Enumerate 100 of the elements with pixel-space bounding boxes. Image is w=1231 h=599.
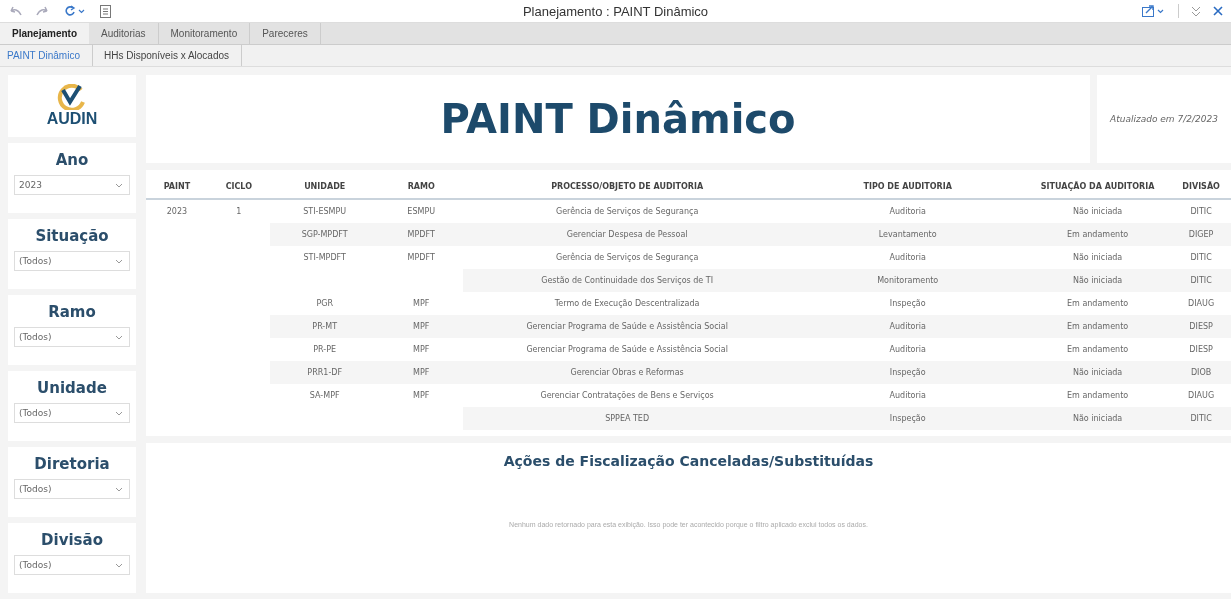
undo-icon[interactable] (8, 6, 22, 16)
table-cell: Inspeção (791, 361, 1024, 384)
table-cell: Gerenciar Obras e Reformas (462, 361, 792, 384)
chevron-down-icon (115, 486, 123, 492)
table-cell: Gerenciar Programa de Saúde e Assistência Social (462, 338, 792, 361)
logo: AUDIN (8, 75, 136, 137)
share-icon[interactable] (1142, 5, 1166, 17)
collapse-icon[interactable] (1191, 5, 1201, 17)
table-cell: DITIC (1171, 407, 1231, 430)
dropdown[interactable]: (Todos) (14, 479, 130, 499)
close-icon[interactable] (1213, 6, 1223, 16)
chevron-down-icon (115, 182, 123, 188)
tab[interactable]: Pareceres (250, 23, 321, 44)
table-cell: STI-MPDFT (269, 246, 380, 269)
table-cell: SA-MPF (269, 384, 380, 407)
table-cell: Gerenciar Contratações de Bens e Serviços (462, 384, 792, 407)
table-cell: DITIC (1171, 199, 1231, 223)
filter-label: Ano (55, 151, 89, 169)
column-header: PROCESSO/OBJETO DE AUDITORIA (462, 174, 792, 199)
table-cell: DIGEP (1171, 223, 1231, 246)
table-cell: Em andamento (1024, 384, 1172, 407)
table-cell: Gerência de Serviços de Segurança (462, 246, 792, 269)
dropdown[interactable]: (Todos) (14, 555, 130, 575)
table-cell: DIAUG (1171, 384, 1231, 407)
column-header: RAMO (379, 174, 463, 199)
table-cell: Gerenciar Programa de Saúde e Assistência Social (462, 315, 792, 338)
section-title: Ações de Fiscalização Canceladas/Substituídas (503, 453, 874, 469)
chevron-down-icon (115, 334, 123, 340)
chevron-down-icon (115, 562, 123, 568)
filter-label: Divisão (41, 531, 103, 549)
updated-date: Atualizado em 7/2/2023 (1110, 114, 1218, 124)
table-cell: ESMPU (379, 199, 463, 223)
tab[interactable]: Planejamento (0, 23, 90, 44)
table-cell: MPF (379, 292, 463, 315)
table-cell: Não iniciada (1024, 199, 1172, 223)
table-cell: 1 (207, 199, 270, 223)
table-cell: Em andamento (1024, 338, 1172, 361)
chevron-down-icon (115, 410, 123, 416)
tab[interactable]: HHs Disponíveis x Alocados (97, 45, 243, 66)
dropdown[interactable]: (Todos) (14, 251, 130, 271)
document-icon[interactable] (100, 4, 111, 18)
table-cell: PRR1-DF (269, 361, 380, 384)
redo-icon[interactable] (36, 6, 50, 16)
tab[interactable]: PAINT Dinâmico (0, 45, 93, 66)
column-header: CICLO (207, 174, 270, 199)
filter-label: Ramo (48, 303, 96, 321)
table-cell: DIESP (1171, 315, 1231, 338)
filter-label: Situação (35, 227, 109, 245)
table-cell: Gerência de Serviços de Segurança (462, 199, 792, 223)
table-cell: Monitoramento (791, 269, 1024, 292)
table-cell: DITIC (1171, 246, 1231, 269)
column-header: SITUAÇÃO DA AUDITORIA (1024, 174, 1172, 199)
filter-label: Diretoria (34, 455, 110, 473)
table-cell: MPF (379, 361, 463, 384)
dashboard-title: PAINT Dinâmico (440, 96, 796, 142)
table-cell: DIOB (1171, 361, 1231, 384)
dropdown[interactable]: (Todos) (14, 327, 130, 347)
table-cell: Em andamento (1024, 292, 1172, 315)
table-cell: Auditoria (791, 315, 1024, 338)
table-cell: MPF (379, 338, 463, 361)
table-cell: DIESP (1171, 338, 1231, 361)
column-header: UNIDADE (269, 174, 380, 199)
dropdown[interactable]: (Todos) (14, 403, 130, 423)
table-cell: Gestão de Continuidade dos Serviços de TI (462, 269, 792, 292)
filter-label: Unidade (37, 379, 107, 397)
table-cell: Inspeção (791, 292, 1024, 315)
refresh-icon[interactable] (64, 5, 86, 17)
table-cell: Não iniciada (1024, 361, 1172, 384)
table-cell: Não iniciada (1024, 246, 1172, 269)
table-cell: Auditoria (791, 338, 1024, 361)
table-cell: Não iniciada (1024, 269, 1172, 292)
column-header: PAINT (146, 174, 208, 199)
table-cell: Levantamento (791, 223, 1024, 246)
column-header: TIPO DE AUDITORIA (791, 174, 1024, 199)
table-cell: SPPEA TED (462, 407, 792, 430)
table-cell: PR-PE (269, 338, 380, 361)
table-cell: Auditoria (791, 246, 1024, 269)
table-cell: Em andamento (1024, 223, 1172, 246)
table-cell: MPDFT (379, 223, 463, 246)
table-cell: Gerenciar Despesa de Pessoal (462, 223, 792, 246)
chevron-down-icon (115, 258, 123, 264)
table-cell: Auditoria (791, 199, 1024, 223)
tab[interactable]: Auditorias (89, 23, 159, 44)
table-cell: Inspeção (791, 407, 1024, 430)
table-cell: STI-ESMPU (269, 199, 380, 223)
table-cell: MPF (379, 384, 463, 407)
table-cell: MPF (379, 315, 463, 338)
table-cell: MPDFT (379, 246, 463, 269)
dropdown[interactable]: 2023 (14, 175, 130, 195)
column-header: DIVISÃO (1171, 174, 1231, 199)
table-cell: PGR (269, 292, 380, 315)
table-cell: PR-MT (269, 315, 380, 338)
table-cell: DITIC (1171, 269, 1231, 292)
table-cell: Termo de Execução Descentralizada (462, 292, 792, 315)
tab[interactable]: Monitoramento (158, 23, 251, 44)
table-cell: DIAUG (1171, 292, 1231, 315)
table-cell: Não iniciada (1024, 407, 1172, 430)
table-cell: SGP-MPDFT (269, 223, 380, 246)
table-cell: Em andamento (1024, 315, 1172, 338)
table-cell: 2023 (146, 199, 208, 223)
